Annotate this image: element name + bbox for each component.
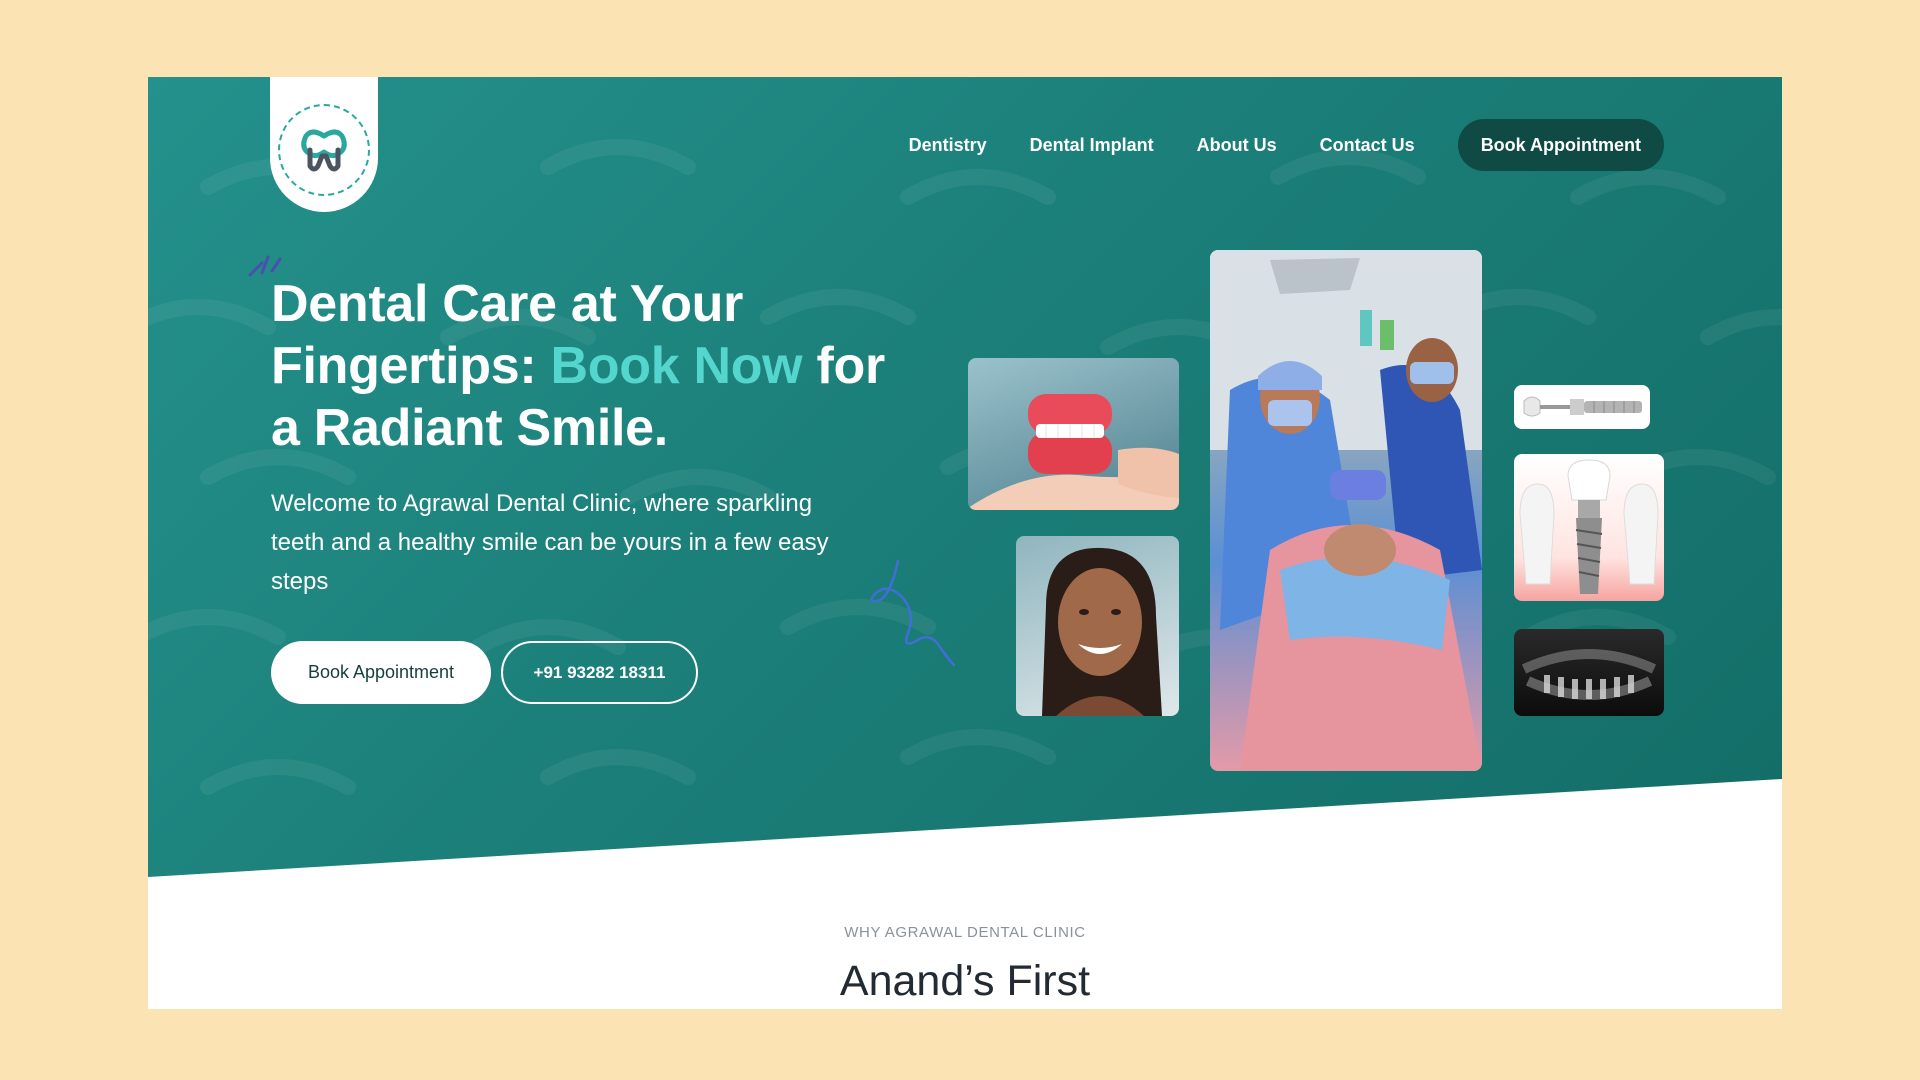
hero-book-appointment-button[interactable]: Book Appointment <box>271 641 491 704</box>
nav-item-dental-implant[interactable]: Dental Implant <box>1030 135 1154 156</box>
denture-model-photo <box>968 358 1179 510</box>
hero-title: Dental Care at Your Fingertips: Book Now… <box>271 273 891 459</box>
hero-section: Dentistry Dental Implant About Us Contac… <box>148 77 1782 877</box>
nav-item-about-us[interactable]: About Us <box>1197 135 1277 156</box>
hero-title-accent: Book Now <box>550 337 803 395</box>
logo-badge[interactable] <box>270 77 378 212</box>
implant-tool-photo <box>1514 385 1650 429</box>
dental-implant-photo <box>1514 454 1664 601</box>
squiggle-decoration-icon <box>870 559 956 667</box>
tooth-logo-icon <box>278 104 370 196</box>
main-nav: Dentistry Dental Implant About Us Contac… <box>909 119 1664 171</box>
hero-intro: Welcome to Agrawal Dental Clinic, where … <box>271 490 829 595</box>
page-frame: Dentistry Dental Implant About Us Contac… <box>148 77 1782 1009</box>
nav-item-dentistry[interactable]: Dentistry <box>909 135 987 156</box>
section-eyebrow: WHY AGRAWAL DENTAL CLINIC <box>844 924 1086 941</box>
section-heading: Anand’s First <box>839 957 1091 1005</box>
nav-item-contact-us[interactable]: Contact Us <box>1320 135 1415 156</box>
nav-book-appointment-button[interactable]: Book Appointment <box>1457 119 1664 171</box>
hero-phone-button[interactable]: +91 93282 18311 <box>501 641 698 704</box>
dentist-at-work-photo <box>1210 250 1482 771</box>
dental-xray-photo <box>1514 629 1664 716</box>
smiling-patient-photo <box>1016 536 1179 716</box>
